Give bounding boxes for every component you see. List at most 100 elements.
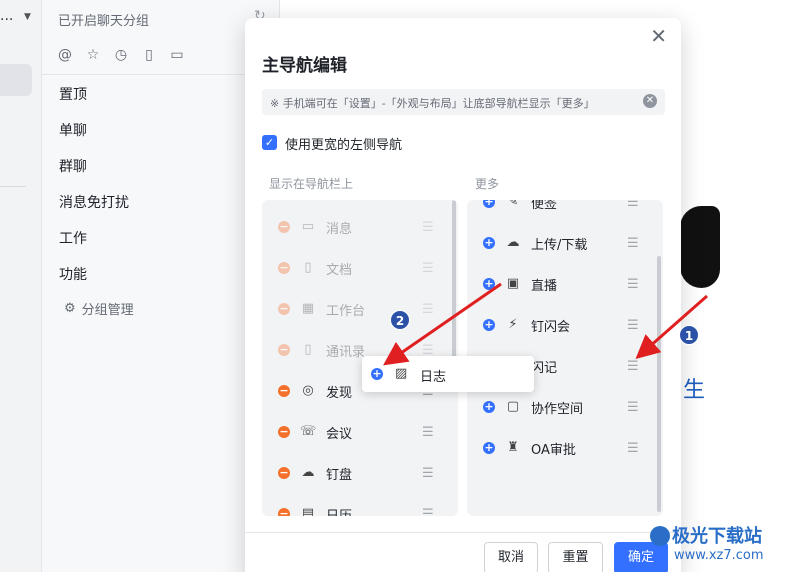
- add-icon[interactable]: +: [483, 319, 495, 331]
- gear-icon: ⚙: [64, 301, 76, 316]
- shown-item-row[interactable]: − ▯ 文档 ☰: [262, 253, 458, 283]
- workspace-icon: ▢: [506, 399, 520, 414]
- add-icon[interactable]: +: [483, 278, 495, 290]
- drag-handle-icon[interactable]: ☰: [422, 466, 434, 481]
- grid-icon: ▦: [301, 301, 315, 316]
- more-column-label: 更多: [475, 177, 500, 191]
- dragging-item-label: 日志: [420, 370, 447, 385]
- remove-icon[interactable]: −: [278, 262, 290, 274]
- shown-item-row[interactable]: − ▦ 工作台 ☰: [262, 294, 458, 324]
- drag-handle-icon[interactable]: ☰: [627, 318, 639, 333]
- shown-item-label: 会议: [326, 426, 353, 442]
- add-icon[interactable]: +: [483, 401, 495, 413]
- nav-edit-dialog: ✕ 主导航编辑 ※ 手机端可在「设置」-「外观与布局」让底部导航栏显示「更多」 …: [245, 18, 681, 572]
- more-item-row[interactable]: + ⚡ 钉闪会 ☰: [467, 310, 663, 340]
- bookmark-icon[interactable]: ▯: [140, 46, 158, 64]
- annotation-badge-2: 2: [390, 310, 410, 330]
- rail-divider: [0, 186, 26, 187]
- shown-item-label: 文档: [326, 262, 353, 278]
- drag-handle-icon[interactable]: ☰: [627, 441, 639, 456]
- wide-nav-label[interactable]: 使用更宽的左侧导航: [285, 134, 402, 153]
- more-menu[interactable]: ...: [0, 8, 13, 24]
- remove-icon[interactable]: −: [278, 467, 290, 479]
- left-rail: ... ▼: [0, 0, 42, 572]
- shown-item-label: 发现: [326, 385, 353, 401]
- group-item-mute[interactable]: 消息免打扰: [59, 192, 129, 212]
- more-item-label: OA审批: [531, 442, 576, 458]
- clock-icon[interactable]: ◷: [112, 46, 130, 64]
- more-item-row[interactable]: + ♜ OA审批 ☰: [467, 433, 663, 463]
- shown-item-label: 通讯录: [326, 344, 366, 360]
- approval-stamp-icon: ♜: [507, 440, 519, 455]
- group-item-work[interactable]: 工作: [59, 228, 87, 248]
- more-item-row[interactable]: + ☁ 上传/下载 ☰: [467, 228, 663, 258]
- add-icon[interactable]: +: [483, 442, 495, 454]
- close-icon[interactable]: ✕: [650, 24, 667, 48]
- calendar-icon: ▤: [301, 506, 315, 516]
- drag-handle-icon[interactable]: ☰: [422, 261, 434, 276]
- tip-text: ※ 手机端可在「设置」-「外观与布局」让底部导航栏显示「更多」: [270, 97, 595, 110]
- more-item-label: 直播: [531, 278, 558, 294]
- drag-handle-icon[interactable]: ☰: [627, 359, 639, 374]
- shown-item-row[interactable]: − ▤ 日历 ☰: [262, 499, 458, 516]
- left-list-scrollbar[interactable]: [452, 200, 456, 360]
- contacts-icon: ▯: [304, 342, 312, 357]
- rail-active-item[interactable]: [0, 64, 32, 96]
- drag-handle-icon[interactable]: ☰: [627, 200, 639, 210]
- more-item-label: 便签: [531, 200, 558, 212]
- group-item-pinned[interactable]: 置顶: [59, 84, 87, 104]
- live-tv-icon: ▣: [506, 276, 520, 291]
- remove-icon[interactable]: −: [278, 508, 290, 516]
- star-icon[interactable]: ☆: [84, 46, 102, 64]
- shown-item-label: 钉盘: [326, 467, 353, 483]
- annotation-badge-1: 1: [679, 325, 699, 345]
- add-icon[interactable]: +: [371, 368, 383, 380]
- filter-toolbar: @ ☆ ◷ ▯ ▭: [56, 46, 186, 64]
- file-icon[interactable]: ▭: [168, 46, 186, 64]
- cancel-button[interactable]: 取消: [484, 542, 538, 572]
- shown-item-row[interactable]: − ▭ 消息 ☰: [262, 212, 458, 242]
- dragging-item[interactable]: + ▨ 日志: [362, 356, 534, 392]
- remove-icon[interactable]: −: [278, 426, 290, 438]
- more-item-row[interactable]: + ✎ 便签 ☰: [467, 200, 663, 217]
- drag-handle-icon[interactable]: ☰: [422, 220, 434, 235]
- cloud-transfer-icon: ☁: [506, 235, 520, 250]
- drag-handle-icon[interactable]: ☰: [627, 400, 639, 415]
- document-icon: ▯: [304, 260, 312, 275]
- flash-meeting-icon: ⚡: [508, 317, 518, 332]
- group-item-group[interactable]: 群聊: [59, 156, 87, 176]
- more-item-row[interactable]: + ▢ 协作空间 ☰: [467, 392, 663, 422]
- group-manage-link[interactable]: ⚙ 分组管理: [64, 299, 134, 318]
- dialog-footer-divider: [245, 532, 681, 533]
- shown-item-row[interactable]: − ☁ 钉盘 ☰: [262, 458, 458, 488]
- more-item-row[interactable]: + ▣ 直播 ☰: [467, 269, 663, 299]
- group-item-function[interactable]: 功能: [59, 264, 87, 284]
- remove-icon[interactable]: −: [278, 221, 290, 233]
- right-list-scrollbar[interactable]: [657, 256, 661, 512]
- drag-handle-icon[interactable]: ☰: [627, 236, 639, 251]
- drag-handle-icon[interactable]: ☰: [422, 425, 434, 440]
- wide-nav-checkbox[interactable]: ✓: [262, 135, 277, 150]
- drag-handle-icon[interactable]: ☰: [627, 277, 639, 292]
- shown-item-row[interactable]: − ☏ 会议 ☰: [262, 417, 458, 447]
- remove-icon[interactable]: −: [278, 303, 290, 315]
- remove-icon[interactable]: −: [278, 385, 290, 397]
- reset-button[interactable]: 重置: [548, 542, 603, 572]
- more-item-label: 钉闪会: [531, 319, 571, 335]
- group-manage-label: 分组管理: [81, 303, 134, 318]
- mascot-illustration: [680, 206, 720, 288]
- group-item-single[interactable]: 单聊: [59, 120, 87, 140]
- more-item-label: 协作空间: [531, 401, 584, 417]
- tip-close-icon[interactable]: ✕: [643, 94, 657, 108]
- chevron-down-icon[interactable]: ▼: [24, 12, 31, 22]
- drag-handle-icon[interactable]: ☰: [422, 302, 434, 317]
- compass-icon: ◎: [302, 383, 314, 398]
- remove-icon[interactable]: −: [278, 344, 290, 356]
- note-icon: ✎: [507, 200, 519, 209]
- add-icon[interactable]: +: [483, 237, 495, 249]
- mention-icon[interactable]: @: [56, 46, 74, 64]
- watermark-text: 极光下载站: [672, 526, 762, 547]
- cloud-drive-icon: ☁: [301, 465, 315, 480]
- add-icon[interactable]: +: [483, 200, 495, 208]
- drag-handle-icon[interactable]: ☰: [422, 507, 434, 517]
